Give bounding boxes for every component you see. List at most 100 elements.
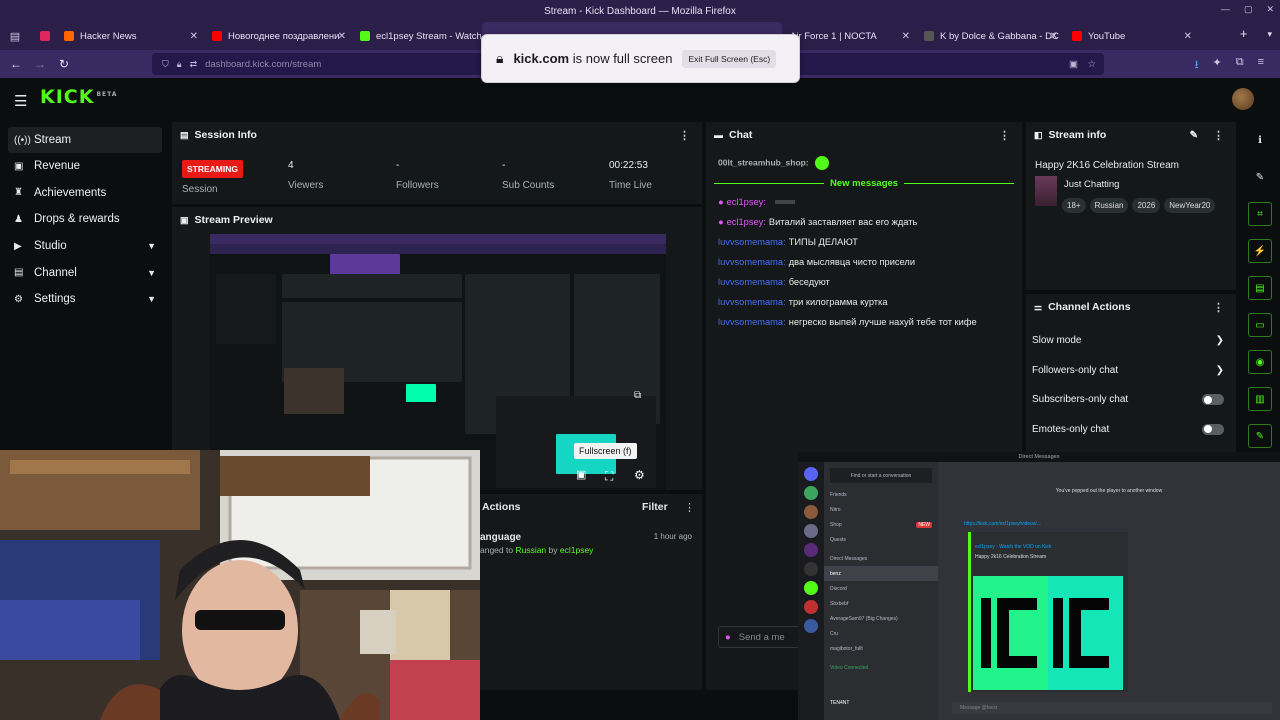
- reader-view-icon[interactable]: ▣: [1069, 59, 1078, 70]
- server-icon[interactable]: [804, 486, 818, 500]
- dm-item[interactable]: benz: [824, 566, 938, 581]
- download-icon[interactable]: ⭳: [1195, 56, 1199, 75]
- settings-gear-icon[interactable]: ⚙: [634, 468, 645, 482]
- kick-server-icon[interactable]: [804, 581, 818, 595]
- server-icon[interactable]: [804, 600, 818, 614]
- dm-item[interactable]: magibotor_fullt: [824, 641, 938, 656]
- edit-pencil-icon[interactable]: ✎: [1190, 130, 1198, 141]
- edit-icon[interactable]: ✎: [1248, 165, 1272, 189]
- more-options-icon[interactable]: ⋮: [999, 129, 1010, 142]
- more-options-icon[interactable]: ⋮: [679, 129, 690, 142]
- more-options-icon[interactable]: ⋮: [684, 501, 695, 514]
- tab-hacker-news[interactable]: Hacker News ✕: [56, 22, 204, 50]
- new-tab-icon[interactable]: +: [1240, 26, 1248, 41]
- extensions-icon[interactable]: ⧉: [1236, 56, 1244, 75]
- sidebar-item-studio[interactable]: ▶ Studio ▼: [0, 233, 170, 260]
- menu-icon[interactable]: ≡: [1258, 56, 1264, 75]
- tab-overview-icon[interactable]: ▤: [8, 29, 22, 43]
- discord-nav-friends[interactable]: Friends: [824, 487, 938, 502]
- chevron-down-icon[interactable]: ▼: [147, 241, 156, 251]
- lock-icon[interactable]: 🔒︎: [177, 59, 182, 70]
- server-icon[interactable]: [804, 524, 818, 538]
- tag[interactable]: Russian: [1089, 198, 1129, 213]
- layout-icon[interactable]: ▥: [1248, 387, 1272, 411]
- back-icon[interactable]: ←: [4, 57, 28, 71]
- discord-home-icon[interactable]: [804, 467, 818, 481]
- chat-username[interactable]: ecl1psey:: [727, 197, 766, 207]
- chevron-down-icon[interactable]: ▼: [147, 294, 156, 304]
- sidebar-item-revenue[interactable]: ▣ Revenue: [0, 153, 170, 180]
- dm-item[interactable]: Discord: [824, 581, 938, 596]
- kick-logo[interactable]: KICK BETA: [40, 86, 117, 108]
- dm-item[interactable]: Cru: [824, 626, 938, 641]
- forward-icon[interactable]: →: [28, 57, 52, 71]
- fullscreen-icon[interactable]: ⛶: [605, 469, 613, 484]
- permissions-icon[interactable]: ⇄: [190, 59, 198, 70]
- chat-username[interactable]: luvvsomemama:: [718, 277, 786, 287]
- slow-mode-row[interactable]: Slow mode ❯: [1026, 326, 1236, 356]
- close-tab-icon[interactable]: ✕: [338, 31, 346, 42]
- discord-message-input[interactable]: Message @benz: [952, 702, 1272, 714]
- extension-icon[interactable]: ✦: [1213, 56, 1222, 75]
- list-tabs-icon[interactable]: ▾: [1267, 29, 1272, 41]
- clipboard-icon[interactable]: ▤: [1248, 276, 1272, 300]
- tag[interactable]: 2026: [1132, 198, 1161, 213]
- pinned-tab-icon[interactable]: [38, 29, 52, 43]
- exit-fullscreen-button[interactable]: Exit Full Screen (Esc): [682, 49, 777, 68]
- edit-layout-icon[interactable]: ✎: [1248, 424, 1272, 448]
- category-name[interactable]: Just Chatting: [1064, 179, 1119, 190]
- discord-search[interactable]: Find or start a conversation: [830, 468, 932, 483]
- minimize-icon[interactable]: —: [1221, 4, 1230, 15]
- tab-kick-stream[interactable]: ecl1psey Stream - Watch Li: [352, 22, 482, 50]
- boost-icon[interactable]: ⚡: [1248, 239, 1272, 263]
- sidebar-item-drops[interactable]: ♟ Drops & rewards: [0, 206, 170, 233]
- chevron-right-icon[interactable]: ❯: [1216, 365, 1224, 376]
- close-tab-icon[interactable]: ✕: [1050, 31, 1058, 42]
- pip-icon[interactable]: ▣: [576, 468, 586, 481]
- chat-username[interactable]: luvvsomemama:: [718, 237, 786, 247]
- close-tab-icon[interactable]: ✕: [1184, 31, 1192, 42]
- sidebar-item-stream[interactable]: ((•)) Stream: [8, 127, 162, 153]
- dm-item[interactable]: AverageSam97 (Big Changes): [824, 611, 938, 626]
- tag[interactable]: NewYear20: [1164, 198, 1216, 213]
- info-icon[interactable]: ℹ: [1248, 128, 1272, 152]
- sidebar-item-settings[interactable]: ⚙ Settings ▼: [0, 286, 170, 313]
- raid-icon[interactable]: ⌗: [1248, 202, 1272, 226]
- subscribers-only-toggle[interactable]: [1202, 394, 1224, 406]
- chat-username[interactable]: luvvsomemama:: [718, 317, 786, 327]
- close-tab-icon[interactable]: ✕: [190, 31, 198, 42]
- tab-youtube[interactable]: YouTube ✕: [1064, 22, 1198, 50]
- maximize-icon[interactable]: ▢: [1244, 4, 1253, 15]
- sidebar-item-channel[interactable]: ▤ Channel ▼: [0, 259, 170, 286]
- server-icon[interactable]: [804, 619, 818, 633]
- sidebar-item-achievements[interactable]: ♜ Achievements: [0, 180, 170, 207]
- more-options-icon[interactable]: ⋮: [1213, 129, 1224, 142]
- new-messages-divider[interactable]: New messages: [714, 178, 1014, 189]
- tab-new-year[interactable]: Новогоднее поздравлени ✕: [204, 22, 352, 50]
- followers-only-row[interactable]: Followers-only chat ❯: [1026, 356, 1236, 386]
- user-avatar[interactable]: [1232, 88, 1254, 110]
- tab-nocta[interactable]: Air Force 1 | NOCTA ✕: [782, 22, 916, 50]
- embed-title[interactable]: ecl1psey - Watch the VOD on Kick: [975, 544, 1052, 550]
- server-icon[interactable]: [804, 562, 818, 576]
- emotes-only-toggle[interactable]: [1202, 423, 1224, 435]
- server-icon[interactable]: [804, 543, 818, 557]
- discord-nav-quests[interactable]: Quests: [824, 532, 938, 547]
- shield-icon[interactable]: ⛉: [162, 59, 169, 70]
- server-icon[interactable]: [804, 505, 818, 519]
- filter-button[interactable]: Filter: [642, 501, 668, 513]
- chat-bubble-icon[interactable]: ▭: [1248, 313, 1272, 337]
- discord-nav-nitro[interactable]: Nitro: [824, 502, 938, 517]
- chevron-right-icon[interactable]: ❯: [1216, 335, 1224, 346]
- tab-dolce[interactable]: K by Dolce & Gabbana - DC ✕: [916, 22, 1064, 50]
- reload-icon[interactable]: ↻: [52, 57, 76, 71]
- tag[interactable]: 18+: [1062, 198, 1086, 213]
- chevron-down-icon[interactable]: ▼: [147, 268, 156, 278]
- popout-icon[interactable]: ⧉: [634, 390, 641, 401]
- message-link[interactable]: https://kick.com/ecl1psey/videos/...: [964, 521, 1041, 527]
- hamburger-menu-icon[interactable]: ☰: [14, 92, 27, 110]
- bookmark-star-icon[interactable]: ☆: [1087, 59, 1096, 70]
- chat-username[interactable]: luvvsomemama:: [718, 257, 786, 267]
- broadcast-icon[interactable]: ◉: [1248, 350, 1272, 374]
- discord-nav-shop[interactable]: Shop NEW: [824, 517, 938, 532]
